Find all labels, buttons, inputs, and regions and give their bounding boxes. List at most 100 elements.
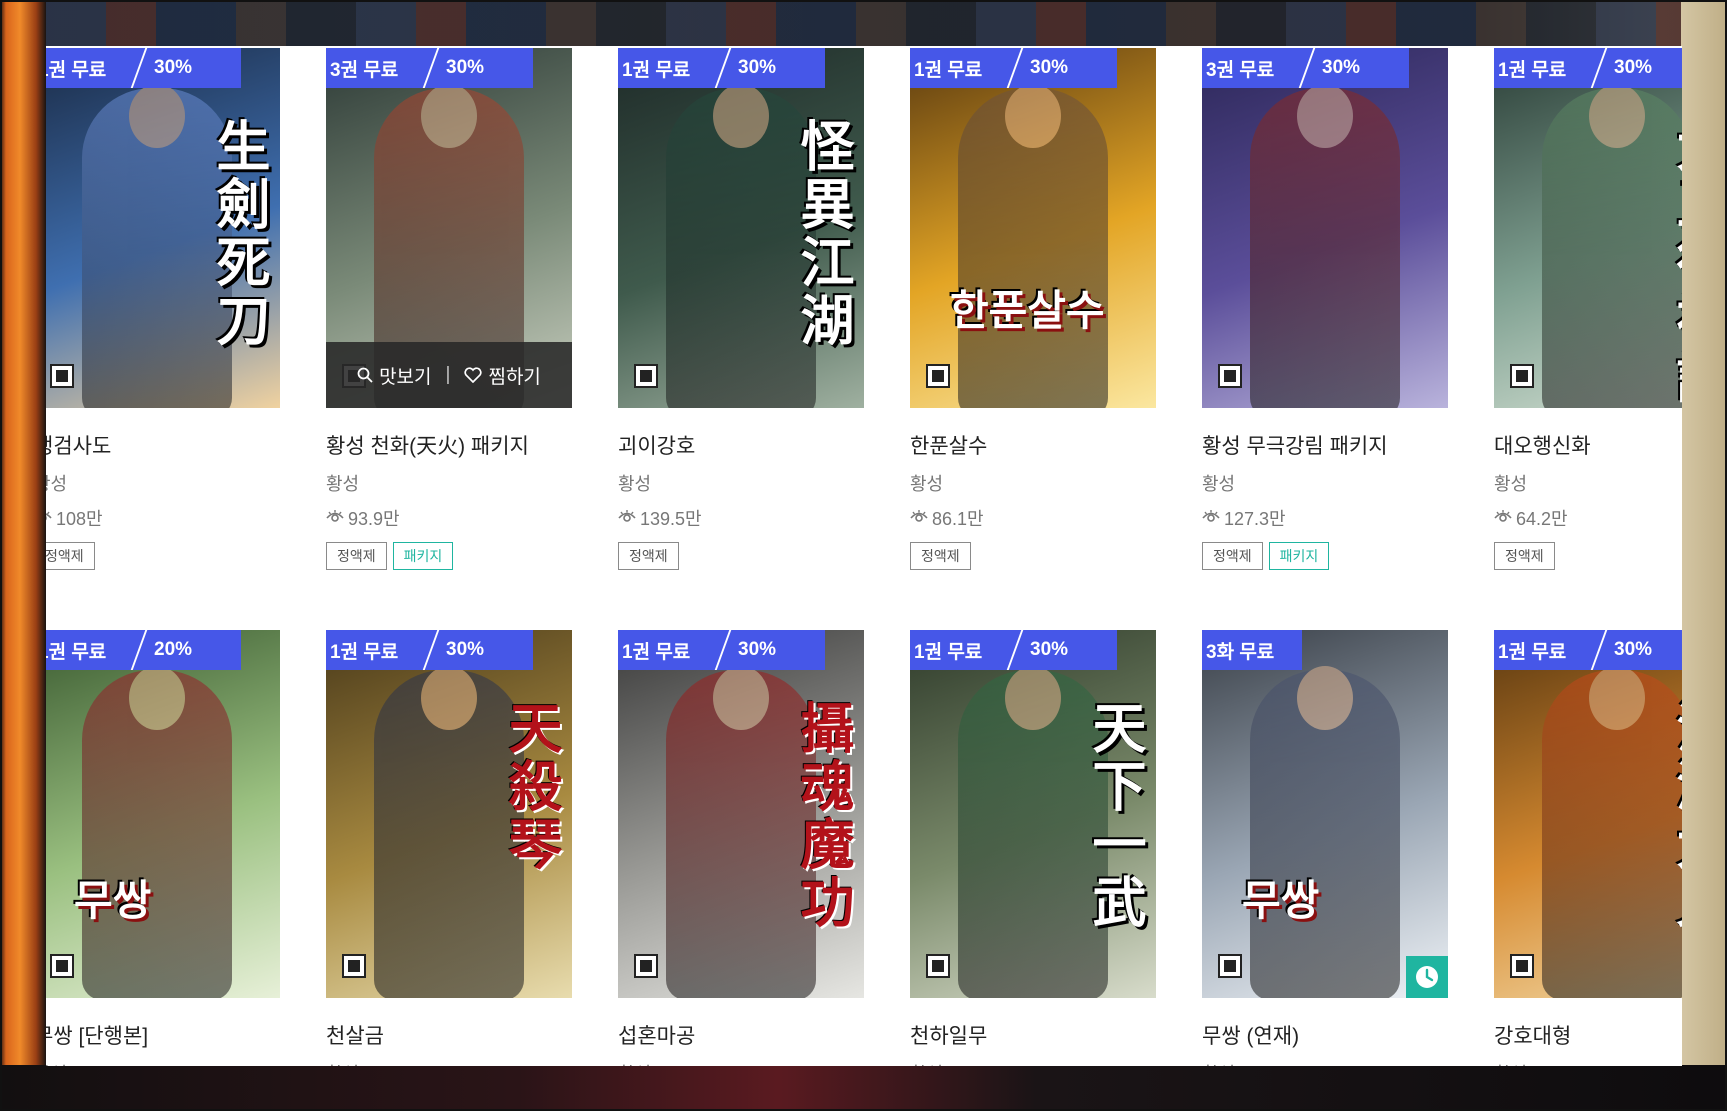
heart-icon	[464, 367, 483, 383]
book-author[interactable]: 황성	[46, 470, 280, 496]
subscription-tag: 정액제	[326, 542, 387, 570]
badge-free-label: 1권 무료	[46, 641, 107, 663]
free-badge: 1권 무료 20%	[46, 630, 241, 670]
book-cover[interactable]: 3권 무료 30%	[1202, 48, 1448, 408]
badge-free-label: 1권 무료	[1498, 641, 1567, 663]
book-grid: 生劍死刀 1권 무료 30% 생검사도황성 108만정액제 3권 무료 30% 맛보기 | 찜하기…	[46, 48, 1682, 1066]
wishlist-button[interactable]: 찜하기	[464, 362, 541, 389]
book-card[interactable]: 3권 무료 30% 황성 무극강림 패키지황성 127.3만정액제 패키지	[1202, 48, 1448, 570]
wait-free-clock-icon[interactable]	[1406, 956, 1448, 998]
badge-free-label: 3권 무료	[330, 59, 399, 81]
book-author[interactable]: 황성	[1202, 1060, 1448, 1066]
publisher-stamp-icon	[1510, 954, 1534, 978]
cover-art: 攝魂魔功	[618, 630, 864, 998]
book-author[interactable]: 황성	[618, 1060, 864, 1066]
cover-figure	[1542, 666, 1682, 998]
content-panel: 生劍死刀 1권 무료 30% 생검사도황성 108만정액제 3권 무료 30% 맛보기 | 찜하기…	[46, 46, 1682, 1066]
preview-button[interactable]: 맛보기	[357, 362, 432, 389]
book-cover[interactable]: 江湖大兄 1권 무료 30%	[1494, 630, 1682, 998]
book-cover[interactable]: 3권 무료 30% 맛보기 | 찜하기	[326, 48, 572, 408]
book-author[interactable]: 황성	[46, 1060, 280, 1066]
book-title[interactable]: 천살금	[326, 1020, 572, 1050]
badge-discount: 30%	[1322, 57, 1361, 78]
cover-calligraphy: 怪異江湖	[791, 118, 855, 350]
subscription-tag: 정액제	[910, 542, 971, 570]
book-author[interactable]: 황성	[910, 1060, 1156, 1066]
book-title[interactable]: 무쌍 [단행본]	[46, 1020, 280, 1050]
badge-discount: 30%	[446, 639, 485, 660]
book-title[interactable]: 괴이강호	[618, 430, 864, 460]
book-card[interactable]: 무쌍 1권 무료 20% 무쌍 [단행본] 황성	[46, 630, 280, 1066]
book-card[interactable]: 한푼살수 1권 무료 30% 한푼살수 황성 86.1만 정액제	[910, 48, 1156, 570]
book-card[interactable]: 攝魂魔功 1권 무료 30% 섭혼마공황성	[618, 630, 864, 1066]
book-card[interactable]: 生劍死刀 1권 무료 30% 생검사도황성 108만정액제	[46, 48, 280, 570]
book-card[interactable]: 天下一武 1권 무료 30% 천하일무황성	[910, 630, 1156, 1066]
book-author[interactable]: 황성	[1494, 1060, 1682, 1066]
views-eye-icon	[618, 508, 636, 529]
cover-logo: 한푼살수	[950, 286, 1105, 335]
book-tags: 정액제 패키지	[1202, 542, 1448, 570]
book-cover[interactable]: 大五行神話 1권 무료 30%	[1494, 48, 1682, 408]
book-title[interactable]: 황성 무극강림 패키지	[1202, 430, 1448, 460]
publisher-stamp-icon	[50, 954, 74, 978]
book-cover[interactable]: 天下一武 1권 무료 30%	[910, 630, 1156, 998]
book-card[interactable]: 3권 무료 30% 맛보기 | 찜하기황성 천화(天火) 패키지황성 93.9만정액제 패키…	[326, 48, 572, 570]
book-card[interactable]: 天殺琴 1권 무료 30% 천살금황성	[326, 630, 572, 1066]
book-title[interactable]: 강호대형	[1494, 1020, 1682, 1050]
subscription-tag: 정액제	[46, 542, 95, 570]
cover-art: 한푼살수	[910, 48, 1156, 408]
book-cover[interactable]: 攝魂魔功 1권 무료 30%	[618, 630, 864, 998]
view-count-value: 127.3만	[1224, 509, 1286, 529]
book-card[interactable]: 무쌍 3화 무료무쌍 (연재) 황성	[1202, 630, 1448, 1066]
book-author[interactable]: 황성	[326, 470, 572, 496]
book-card[interactable]: 江湖大兄 1권 무료 30% 강호대형황성	[1494, 630, 1682, 1066]
badge-free-label: 1권 무료	[1498, 59, 1567, 81]
background-desk	[0, 1065, 1727, 1111]
publisher-stamp-icon	[342, 954, 366, 978]
badge-discount: 30%	[1030, 57, 1069, 78]
book-tags: 정액제	[910, 542, 1156, 570]
hover-separator: |	[445, 364, 451, 385]
cover-calligraphy: 大五行神話	[1667, 118, 1682, 408]
book-author[interactable]: 황성	[910, 470, 1156, 496]
book-cover[interactable]: 무쌍 1권 무료 20%	[46, 630, 280, 998]
book-cover[interactable]: 한푼살수 1권 무료 30%	[910, 48, 1156, 408]
badge-free-label: 3권 무료	[1206, 59, 1275, 81]
book-title[interactable]: 황성 천화(天火) 패키지	[326, 430, 572, 460]
free-badge: 1권 무료 30%	[618, 630, 825, 670]
book-cover[interactable]: 怪異江湖 1권 무료 30%	[618, 48, 864, 408]
book-author[interactable]: 황성	[1202, 470, 1448, 496]
cover-art: 天下一武	[910, 630, 1156, 998]
book-cover[interactable]: 生劍死刀 1권 무료 30%	[46, 48, 280, 408]
background-book	[1681, 0, 1727, 1111]
view-count-value: 108만	[56, 509, 103, 529]
free-badge: 1권 무료 30%	[910, 630, 1117, 670]
badge-discount: 30%	[1030, 639, 1069, 660]
book-title[interactable]: 생검사도	[46, 430, 280, 460]
publisher-stamp-icon	[1218, 364, 1242, 388]
publisher-stamp-icon	[1218, 954, 1242, 978]
badge-free-label: 1권 무료	[914, 59, 983, 81]
views-eye-icon	[910, 508, 928, 529]
book-author[interactable]: 황성	[326, 1060, 572, 1066]
subscription-tag: 정액제	[618, 542, 679, 570]
package-tag: 패키지	[392, 542, 454, 570]
book-title[interactable]: 천하일무	[910, 1020, 1156, 1050]
book-cover[interactable]: 天殺琴 1권 무료 30%	[326, 630, 572, 998]
book-title[interactable]: 무쌍 (연재)	[1202, 1020, 1448, 1050]
cover-logo: 무쌍	[1242, 876, 1320, 925]
book-title[interactable]: 섭혼마공	[618, 1020, 864, 1050]
cover-calligraphy: 生劍死刀	[207, 118, 271, 350]
free-badge: 3권 무료 30%	[326, 48, 533, 88]
book-title[interactable]: 대오행신화	[1494, 430, 1682, 460]
book-title[interactable]: 한푼살수	[910, 430, 1156, 460]
book-author[interactable]: 황성	[618, 470, 864, 496]
book-card[interactable]: 怪異江湖 1권 무료 30% 괴이강호 황성 139.5만 정액제	[618, 48, 864, 570]
view-count-value: 93.9만	[348, 509, 400, 529]
badge-free-label: 1권 무료	[46, 59, 107, 81]
book-author[interactable]: 황성	[1494, 470, 1682, 496]
book-cover[interactable]: 무쌍 3화 무료	[1202, 630, 1448, 998]
book-card[interactable]: 大五行神話 1권 무료 30% 대오행신화 황성 64.2만 정액제	[1494, 48, 1682, 570]
publisher-stamp-icon	[50, 364, 74, 388]
cover-logo: 무쌍	[74, 876, 152, 925]
